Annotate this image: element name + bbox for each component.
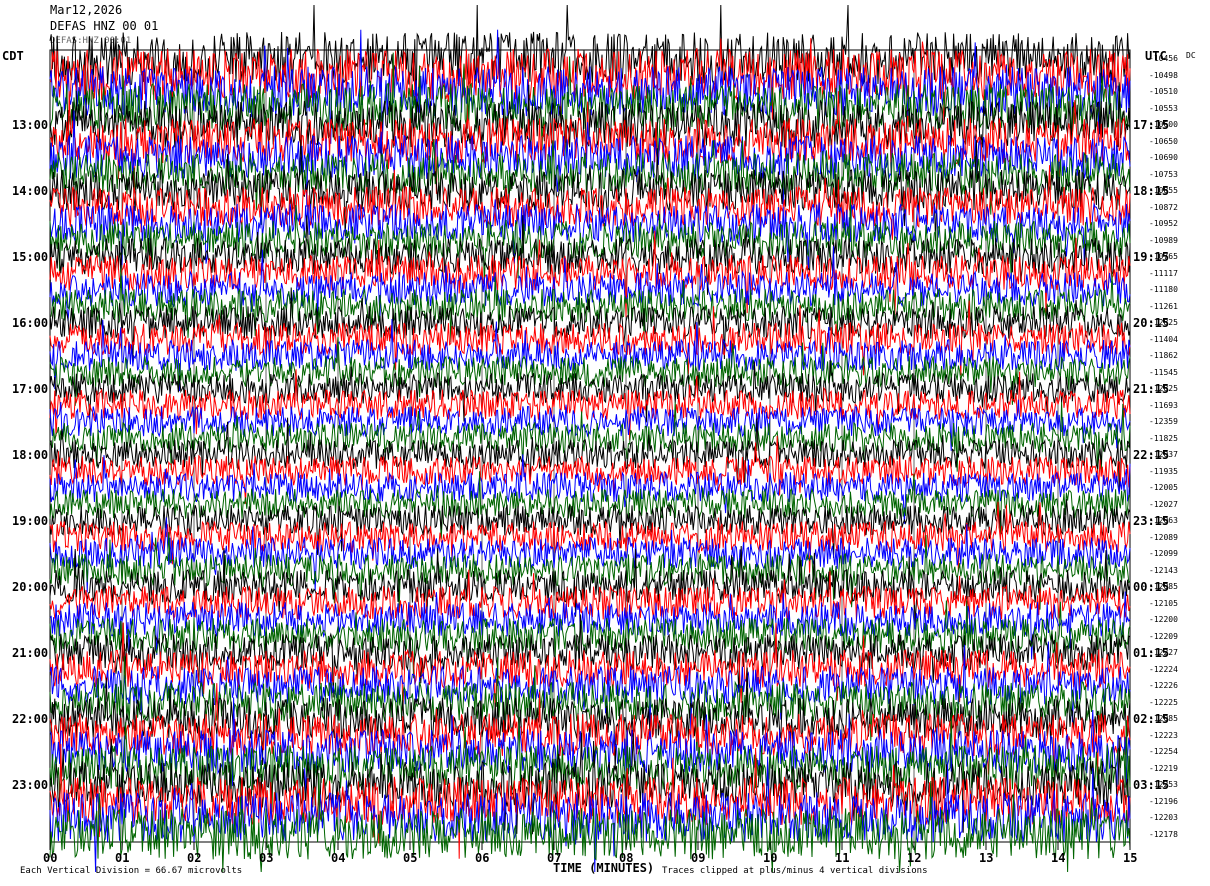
dc-offset-label: -12178: [1149, 829, 1178, 839]
dc-offset-label: -12224: [1149, 664, 1178, 674]
dc-offset-label: -11261: [1149, 301, 1178, 311]
seismogram-trace: [49, 337, 1131, 406]
cdt-tick-label: 23:00: [12, 778, 49, 792]
division-note: Each Vertical Division = 66.67 microvolt…: [20, 866, 243, 876]
dc-offset-label: -11862: [1149, 351, 1178, 361]
dc-offset-label: -10510: [1149, 87, 1178, 97]
cdt-axis-title: CDT: [2, 49, 24, 63]
seismogram-traces: [49, 4, 1131, 873]
dc-offset-label: -12225: [1149, 697, 1178, 707]
dc-offset-label: -12037: [1149, 450, 1178, 460]
dc-offset-label: -10600: [1149, 120, 1178, 130]
dc-offset-label: -12099: [1149, 549, 1178, 559]
x-tick-label: 01: [115, 851, 130, 865]
dc-offset-label: -10753: [1149, 169, 1178, 179]
dc-offset-label: -12219: [1149, 763, 1178, 773]
x-tick-label: 11: [835, 851, 850, 865]
cdt-tick-label: 15:00: [12, 250, 49, 264]
dc-offset-label: -12027: [1149, 499, 1178, 509]
dc-offset-label: -12105: [1149, 598, 1178, 608]
x-tick-label: 14: [1051, 851, 1066, 865]
station-label: DEFAS HNZ 00 01: [50, 19, 159, 33]
dc-offset-label: -11404: [1149, 334, 1178, 344]
cdt-tick-label: 21:00: [12, 646, 49, 660]
x-tick-label: 03: [259, 851, 274, 865]
dc-offset-label: -12254: [1149, 747, 1178, 757]
x-tick-label: 06: [475, 851, 490, 865]
dc-offset-label: -12359: [1149, 417, 1178, 427]
dc-offset-label: -10989: [1149, 235, 1178, 245]
dc-offset-label: -10553: [1149, 103, 1178, 113]
cdt-tick-label: 22:00: [12, 712, 49, 726]
dc-offset-label: -12085: [1149, 582, 1178, 592]
x-tick-label: 00: [43, 851, 58, 865]
dc-offset-label: -12825: [1149, 318, 1178, 328]
dc-offset-label: -12209: [1149, 631, 1178, 641]
dc-offset-label: -11545: [1149, 367, 1178, 377]
dc-offset-label: -10498: [1149, 70, 1178, 80]
cdt-tick-label: 16:00: [12, 316, 49, 330]
x-tick-label: 09: [691, 851, 706, 865]
x-tick-label: 10: [763, 851, 778, 865]
dc-offset-label: -10952: [1149, 219, 1178, 229]
cdt-tick-label: 18:00: [12, 448, 49, 462]
helicorder-plot: [49, 4, 1131, 873]
dc-offset-label: -11180: [1149, 285, 1178, 295]
cdt-tick-label: 19:00: [12, 514, 49, 528]
dc-offset-label: -10456: [1149, 54, 1178, 64]
dc-offset-label: -12825: [1149, 384, 1178, 394]
x-tick-label: 12: [907, 851, 922, 865]
dc-offset-label: -10690: [1149, 153, 1178, 163]
dc-offset-label: -12085: [1149, 714, 1178, 724]
dc-offset-label: -11825: [1149, 433, 1178, 443]
cdt-tick-label: 20:00: [12, 580, 49, 594]
dc-offset-label: -12089: [1149, 532, 1178, 542]
dc-offset-label: -12227: [1149, 648, 1178, 658]
cdt-tick-label: 13:00: [12, 118, 49, 132]
clip-note: Traces clipped at plus/minus 4 vertical …: [662, 866, 928, 876]
cdt-tick-label: 17:00: [12, 382, 49, 396]
x-tick-label: 05: [403, 851, 418, 865]
cdt-tick-label: 14:00: [12, 184, 49, 198]
dc-offset-label: -12203: [1149, 813, 1178, 823]
x-tick-label: 02: [187, 851, 202, 865]
dc-offset-label: -10855: [1149, 186, 1178, 196]
dc-offset-label: -12063: [1149, 516, 1178, 526]
dc-axis-title: DC: [1186, 51, 1196, 60]
dc-offset-label: -12005: [1149, 483, 1178, 493]
x-tick-label: 13: [979, 851, 994, 865]
x-tick-label: 15: [1123, 851, 1138, 865]
dc-offset-label: -12226: [1149, 681, 1178, 691]
dc-offset-label: -12223: [1149, 730, 1178, 740]
station-sublabel: DEFAS:HNZ:00:01: [50, 36, 132, 46]
dc-offset-label: -12196: [1149, 796, 1178, 806]
x-axis-title: TIME (MINUTES): [553, 861, 655, 875]
dc-offset-label: -12143: [1149, 565, 1178, 575]
dc-offset-label: -10872: [1149, 202, 1178, 212]
dc-offset-label: -11117: [1149, 268, 1178, 278]
dc-offset-label: -12200: [1149, 615, 1178, 625]
dc-offset-label: -10650: [1149, 136, 1178, 146]
x-tick-label: 04: [331, 851, 346, 865]
dc-offset-label: -10765: [1149, 252, 1178, 262]
dc-offset-label: -11693: [1149, 400, 1178, 410]
dc-offset-label: -12253: [1149, 780, 1178, 790]
dc-offset-label: -11935: [1149, 466, 1178, 476]
date-label: Mar12,2026: [50, 3, 123, 17]
